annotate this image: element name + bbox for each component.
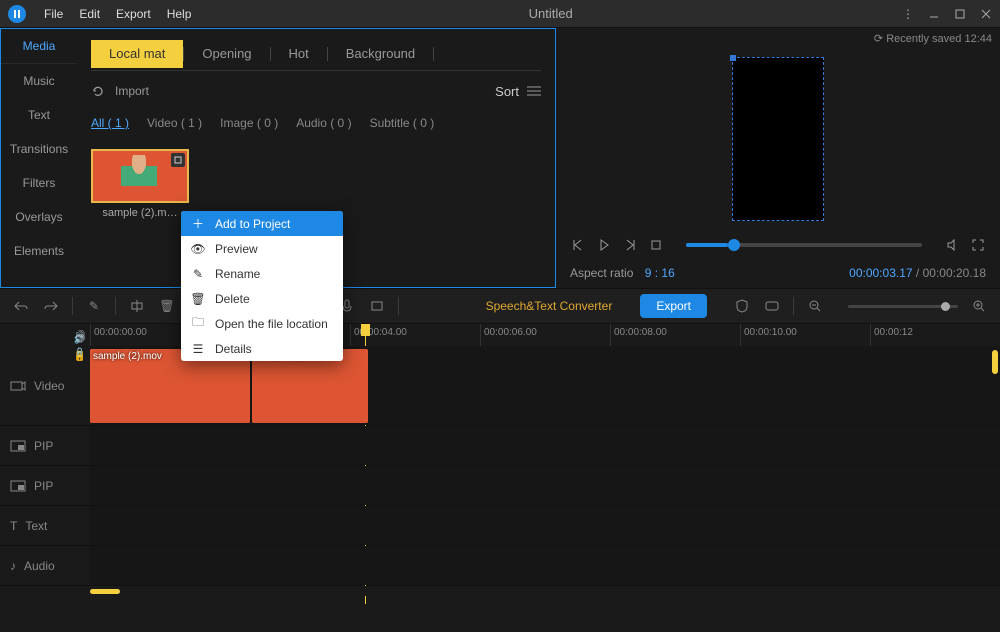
tab-local[interactable]: Local mat	[91, 40, 183, 68]
sidebar-item-elements[interactable]: Elements	[1, 234, 77, 268]
ctx-details[interactable]: ☰Details	[181, 336, 343, 361]
track-video: Video 🔊🔒 sample (2).mov sample (2).mov	[0, 346, 1000, 426]
folder-icon: 🗀	[191, 313, 205, 334]
close-icon[interactable]	[980, 8, 992, 20]
audio-track-icon: ♪	[10, 559, 16, 573]
menu-file[interactable]: File	[36, 7, 71, 21]
filter-subtitle[interactable]: Subtitle ( 0 )	[370, 116, 435, 130]
eye-icon: 👁	[191, 242, 205, 256]
seek-bar[interactable]	[686, 243, 922, 247]
plus-icon: ＋	[191, 215, 205, 232]
sidebar-item-text[interactable]: Text	[1, 98, 77, 132]
video-track-icon	[10, 379, 26, 393]
trash-icon: 🗑	[191, 292, 205, 306]
time-total: 00:00:20.18	[923, 266, 986, 280]
sidebar-item-overlays[interactable]: Overlays	[1, 200, 77, 234]
track-text[interactable]: TText 🔊🔒	[0, 506, 1000, 546]
refresh-icon[interactable]	[91, 84, 105, 98]
aspect-value[interactable]: 9 : 16	[645, 266, 675, 280]
horizontal-scrollbar[interactable]	[0, 586, 1000, 596]
sidebar-item-filters[interactable]: Filters	[1, 166, 77, 200]
ctx-open-location[interactable]: 🗀Open the file location	[181, 311, 343, 336]
thumb-delete-icon[interactable]	[171, 153, 185, 167]
fullscreen-icon[interactable]	[970, 237, 986, 253]
pip-icon	[10, 480, 26, 492]
ctx-preview[interactable]: 👁Preview	[181, 236, 343, 261]
play-icon[interactable]	[596, 237, 612, 253]
import-button[interactable]: Import	[115, 84, 149, 98]
filter-video[interactable]: Video ( 1 )	[147, 116, 202, 130]
media-panel: Media Music Text Transitions Filters Ove…	[0, 28, 556, 288]
thumbnail-label: sample (2).m…	[91, 207, 189, 219]
media-thumbnail[interactable]: sample (2).m…	[91, 149, 189, 219]
sidebar-item-transitions[interactable]: Transitions	[1, 132, 77, 166]
stop-icon[interactable]	[648, 237, 664, 253]
ctx-rename[interactable]: ✎Rename	[181, 261, 343, 286]
info-list-icon: ☰	[191, 342, 205, 356]
menu-edit[interactable]: Edit	[71, 7, 108, 21]
track-pip-1[interactable]: PIP 🔊🔒	[0, 426, 1000, 466]
time-ruler[interactable]: 00:00:00.00 00:00:02.00 00:00:04.00 00:0…	[0, 324, 1000, 346]
track-audio[interactable]: ♪Audio 🔊🔒	[0, 546, 1000, 586]
menu-export[interactable]: Export	[108, 7, 159, 21]
sort-button[interactable]: Sort	[495, 84, 519, 99]
export-button[interactable]: Export	[640, 294, 707, 318]
filter-image[interactable]: Image ( 0 )	[220, 116, 278, 130]
pencil-icon: ✎	[191, 267, 205, 281]
sidebar-item-music[interactable]: Music	[1, 64, 77, 98]
ctx-add-to-project[interactable]: ＋Add to Project	[181, 211, 343, 236]
filter-all[interactable]: All ( 1 )	[91, 116, 129, 130]
trash-tool-icon[interactable]: 🗑	[158, 297, 176, 315]
kebab-icon[interactable]: ⋮	[902, 7, 914, 21]
fit-icon[interactable]	[763, 297, 781, 315]
minimize-icon[interactable]	[928, 8, 940, 20]
context-menu: ＋Add to Project 👁Preview ✎Rename 🗑Delete…	[181, 211, 343, 361]
source-tabs: Local mat Opening Hot Background	[91, 37, 541, 71]
menu-help[interactable]: Help	[159, 7, 200, 21]
zoom-slider[interactable]	[848, 305, 958, 308]
volume-icon[interactable]	[944, 237, 960, 253]
prev-frame-icon[interactable]	[570, 237, 586, 253]
timeline-toolbar: ✎ 🗑 T Speech&Text Converter Export	[0, 288, 1000, 324]
volume-small-icon[interactable]: 🔊	[74, 334, 85, 345]
zoom-in-icon[interactable]	[970, 297, 988, 315]
title-bar: File Edit Export Help Untitled ⋮	[0, 0, 1000, 28]
filter-audio[interactable]: Audio ( 0 )	[296, 116, 351, 130]
media-filter-tabs: All ( 1 ) Video ( 1 ) Image ( 0 ) Audio …	[91, 111, 541, 135]
tab-hot[interactable]: Hot	[271, 40, 327, 68]
vertical-scrollbar[interactable]	[992, 346, 998, 425]
saved-status: ⟳ Recently saved 12:44	[556, 28, 1000, 49]
stabilize-icon[interactable]	[368, 297, 386, 315]
pip-icon	[10, 440, 26, 452]
time-current: 00:00:03.17	[849, 266, 912, 280]
redo-icon[interactable]	[42, 297, 60, 315]
preview-panel: ⟳ Recently saved 12:44 Aspect ratio 9 : …	[556, 28, 1000, 288]
tab-opening[interactable]: Opening	[184, 40, 269, 68]
shield-icon[interactable]	[733, 297, 751, 315]
timeline: 00:00:00.00 00:00:02.00 00:00:04.00 00:0…	[0, 324, 1000, 596]
track-pip-2[interactable]: PIP 🔊🔒	[0, 466, 1000, 506]
aspect-label: Aspect ratio	[570, 266, 633, 280]
undo-icon[interactable]	[12, 297, 30, 315]
window-title: Untitled	[199, 6, 902, 21]
zoom-out-icon[interactable]	[806, 297, 824, 315]
ctx-delete[interactable]: 🗑Delete	[181, 286, 343, 311]
maximize-icon[interactable]	[954, 8, 966, 20]
pencil-tool-icon[interactable]: ✎	[85, 297, 103, 315]
app-logo-icon	[8, 5, 26, 23]
text-track-icon: T	[10, 519, 17, 533]
left-sidebar: Media Music Text Transitions Filters Ove…	[1, 29, 77, 287]
preview-viewport[interactable]	[732, 57, 824, 221]
tab-background[interactable]: Background	[328, 40, 433, 68]
speech-text-button[interactable]: Speech&Text Converter	[486, 299, 613, 313]
sidebar-item-media[interactable]: Media	[1, 29, 77, 63]
split-icon[interactable]	[128, 297, 146, 315]
list-icon[interactable]	[527, 85, 541, 97]
lock-icon[interactable]: 🔒	[74, 351, 85, 362]
next-frame-icon[interactable]	[622, 237, 638, 253]
